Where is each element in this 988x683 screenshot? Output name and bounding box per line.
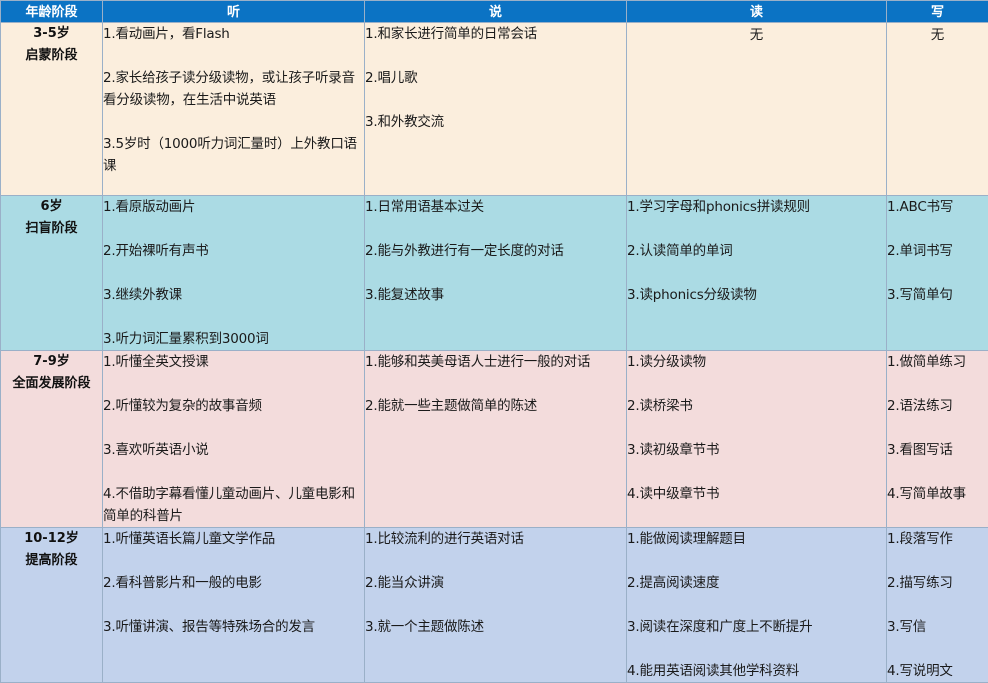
list-item: 3.5岁时（1000听力词汇量时）上外教口语课 bbox=[103, 133, 364, 177]
list-item: 1.听懂全英文授课 bbox=[103, 351, 364, 373]
header-read: 读 bbox=[627, 1, 887, 23]
list-item: 1.看原版动画片 bbox=[103, 196, 364, 218]
list-item: 4.读中级章节书 bbox=[627, 483, 886, 505]
list-item: 4.不借助字幕看懂儿童动画片、儿童电影和简单的科普片 bbox=[103, 483, 364, 527]
write-cell: 1.ABC书写 2.单词书写 3.写简单句 bbox=[887, 196, 988, 351]
list-item: 2.描写练习 bbox=[887, 572, 988, 594]
list-item: 3.继续外教课 bbox=[103, 284, 364, 306]
list-item: 1.比较流利的进行英语对话 bbox=[365, 528, 626, 550]
table-row: 3-5岁 启蒙阶段 1.看动画片，看Flash 2.家长给孩子读分级读物，或让孩… bbox=[1, 23, 988, 196]
table-row: 6岁 扫盲阶段 1.看原版动画片 2.开始裸听有声书 3.继续外教课 3.听力词… bbox=[1, 196, 988, 351]
list-item: 3.就一个主题做陈述 bbox=[365, 616, 626, 638]
list-item: 2.认读简单的单词 bbox=[627, 240, 886, 262]
list-item: 2.唱儿歌 bbox=[365, 67, 626, 89]
list-item: 3.看图写话 bbox=[887, 439, 988, 461]
stage-name: 启蒙阶段 bbox=[1, 45, 102, 67]
list-item: 4.写说明文 bbox=[887, 660, 988, 682]
list-item: 2.能与外教进行有一定长度的对话 bbox=[365, 240, 626, 262]
stage-name: 扫盲阶段 bbox=[1, 218, 102, 240]
stage-age: 7-9岁 bbox=[1, 351, 102, 373]
list-item: 3.能复述故事 bbox=[365, 284, 626, 306]
speak-cell: 1.日常用语基本过关 2.能与外教进行有一定长度的对话 3.能复述故事 bbox=[365, 196, 627, 351]
write-cell: 1.段落写作 2.描写练习 3.写信 4.写说明文 bbox=[887, 528, 988, 683]
stage-cell: 10-12岁 提高阶段 bbox=[1, 528, 103, 683]
write-cell: 1.做简单练习 2.语法练习 3.看图写话 4.写简单故事 bbox=[887, 351, 988, 528]
list-item: 1.学习字母和phonics拼读规则 bbox=[627, 196, 886, 218]
stage-age: 6岁 bbox=[1, 196, 102, 218]
header-speak: 说 bbox=[365, 1, 627, 23]
list-item: 3.写简单句 bbox=[887, 284, 988, 306]
list-item: 4.写简单故事 bbox=[887, 483, 988, 505]
list-item: 2.语法练习 bbox=[887, 395, 988, 417]
write-cell: 无 bbox=[887, 23, 988, 196]
list-item: 2.看科普影片和一般的电影 bbox=[103, 572, 364, 594]
table-row: 10-12岁 提高阶段 1.听懂英语长篇儿童文学作品 2.看科普影片和一般的电影… bbox=[1, 528, 988, 683]
list-item: 4.能用英语阅读其他学科资料 bbox=[627, 660, 886, 682]
read-cell: 1.能做阅读理解题目 2.提高阅读速度 3.阅读在深度和广度上不断提升 4.能用… bbox=[627, 528, 887, 683]
header-listen: 听 bbox=[103, 1, 365, 23]
list-item: 2.单词书写 bbox=[887, 240, 988, 262]
list-item: 1.段落写作 bbox=[887, 528, 988, 550]
stage-age: 3-5岁 bbox=[1, 23, 102, 45]
stage-cell: 3-5岁 启蒙阶段 bbox=[1, 23, 103, 196]
list-item: 1.能做阅读理解题目 bbox=[627, 528, 886, 550]
speak-cell: 1.能够和英美母语人士进行一般的对话 2.能就一些主题做简单的陈述 bbox=[365, 351, 627, 528]
list-item: 2.读桥梁书 bbox=[627, 395, 886, 417]
header-row: 年龄阶段 听 说 读 写 bbox=[1, 1, 988, 23]
speak-cell: 1.比较流利的进行英语对话 2.能当众讲演 3.就一个主题做陈述 bbox=[365, 528, 627, 683]
speak-cell: 1.和家长进行简单的日常会话 2.唱儿歌 3.和外教交流 bbox=[365, 23, 627, 196]
list-item: 1.ABC书写 bbox=[887, 196, 988, 218]
stage-age: 10-12岁 bbox=[1, 528, 102, 550]
list-item: 1.日常用语基本过关 bbox=[365, 196, 626, 218]
list-item: 3.听懂讲演、报告等特殊场合的发言 bbox=[103, 616, 364, 638]
list-item: 1.做简单练习 bbox=[887, 351, 988, 373]
list-item: 1.和家长进行简单的日常会话 bbox=[365, 23, 626, 45]
list-item: 1.看动画片，看Flash bbox=[103, 23, 364, 45]
list-item: 3.喜欢听英语小说 bbox=[103, 439, 364, 461]
list-item: 3.听力词汇量累积到3000词 bbox=[103, 328, 364, 350]
list-item: 1.听懂英语长篇儿童文学作品 bbox=[103, 528, 364, 550]
list-item: 3.和外教交流 bbox=[365, 111, 626, 133]
list-item: 2.开始裸听有声书 bbox=[103, 240, 364, 262]
list-item: 1.能够和英美母语人士进行一般的对话 bbox=[365, 351, 626, 373]
header-age-stage: 年龄阶段 bbox=[1, 1, 103, 23]
read-cell: 无 bbox=[627, 23, 887, 196]
stage-name: 提高阶段 bbox=[1, 550, 102, 572]
list-item: 2.能当众讲演 bbox=[365, 572, 626, 594]
list-item: 3.读初级章节书 bbox=[627, 439, 886, 461]
list-item: 2.听懂较为复杂的故事音频 bbox=[103, 395, 364, 417]
none-label: 无 bbox=[931, 27, 945, 43]
list-item: 2.提高阅读速度 bbox=[627, 572, 886, 594]
listen-cell: 1.听懂全英文授课 2.听懂较为复杂的故事音频 3.喜欢听英语小说 4.不借助字… bbox=[103, 351, 365, 528]
listen-cell: 1.听懂英语长篇儿童文学作品 2.看科普影片和一般的电影 3.听懂讲演、报告等特… bbox=[103, 528, 365, 683]
list-item: 1.读分级读物 bbox=[627, 351, 886, 373]
list-item: 2.家长给孩子读分级读物，或让孩子听录音看分级读物，在生活中说英语 bbox=[103, 67, 364, 111]
learning-stage-table: 年龄阶段 听 说 读 写 3-5岁 启蒙阶段 1.看动画片，看Flash 2.家… bbox=[0, 0, 988, 683]
read-cell: 1.读分级读物 2.读桥梁书 3.读初级章节书 4.读中级章节书 bbox=[627, 351, 887, 528]
list-item: 3.写信 bbox=[887, 616, 988, 638]
list-item: 3.阅读在深度和广度上不断提升 bbox=[627, 616, 886, 638]
stage-name: 全面发展阶段 bbox=[1, 373, 102, 395]
stage-cell: 7-9岁 全面发展阶段 bbox=[1, 351, 103, 528]
read-cell: 1.学习字母和phonics拼读规则 2.认读简单的单词 3.读phonics分… bbox=[627, 196, 887, 351]
table-row: 7-9岁 全面发展阶段 1.听懂全英文授课 2.听懂较为复杂的故事音频 3.喜欢… bbox=[1, 351, 988, 528]
stage-cell: 6岁 扫盲阶段 bbox=[1, 196, 103, 351]
list-item: 3.读phonics分级读物 bbox=[627, 284, 886, 306]
listen-cell: 1.看动画片，看Flash 2.家长给孩子读分级读物，或让孩子听录音看分级读物，… bbox=[103, 23, 365, 196]
none-label: 无 bbox=[750, 27, 764, 43]
list-item: 2.能就一些主题做简单的陈述 bbox=[365, 395, 626, 417]
header-write: 写 bbox=[887, 1, 988, 23]
listen-cell: 1.看原版动画片 2.开始裸听有声书 3.继续外教课 3.听力词汇量累积到300… bbox=[103, 196, 365, 351]
